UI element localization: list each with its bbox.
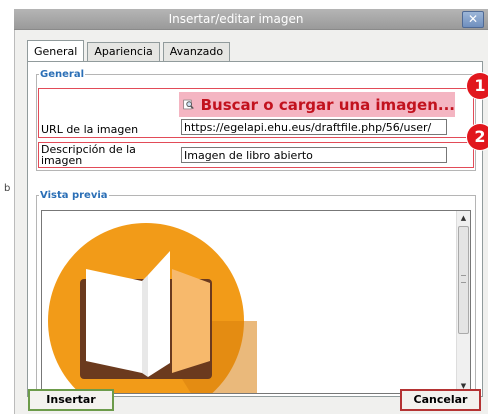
description-label: Descripción de la imagen <box>41 143 136 167</box>
description-input[interactable]: Imagen de libro abierto <box>181 147 447 163</box>
search-image-button[interactable]: Buscar o cargar una imagen... <box>179 92 455 117</box>
image-dialog: General Apariencia Avanzado General Busc… <box>14 30 488 414</box>
url-input[interactable]: https://egelapi.ehu.eus/draftfile.php/56… <box>181 119 447 135</box>
insert-button[interactable]: Insertar <box>28 389 114 411</box>
preview-scrollbar[interactable]: ▲ ▼ <box>456 211 470 393</box>
step-badge-2: 2 <box>467 124 488 150</box>
scroll-up-arrow[interactable]: ▲ <box>457 211 470 225</box>
dialog-titlebar[interactable]: Insertar/editar imagen ✕ <box>14 9 488 30</box>
preview-fieldset: Vista previa ▲ ▼ <box>36 190 476 394</box>
search-image-label: Buscar o cargar una imagen... <box>200 95 455 114</box>
open-book-icon <box>48 223 257 393</box>
stray-text: b <box>4 183 11 194</box>
close-button[interactable]: ✕ <box>462 11 484 28</box>
preview-legend: Vista previa <box>40 190 108 201</box>
general-legend: General <box>40 69 84 80</box>
url-label: URL de la imagen <box>41 123 139 136</box>
tab-bar: General Apariencia Avanzado <box>27 40 233 62</box>
highlight-description-area: Descripción de la imagen Imagen de libro… <box>38 142 474 168</box>
tab-apariencia[interactable]: Apariencia <box>87 42 160 61</box>
highlight-url-area: Buscar o cargar una imagen... URL de la … <box>38 88 474 138</box>
tab-general[interactable]: General <box>27 40 85 61</box>
search-icon <box>183 99 194 110</box>
step-badge-1: 1 <box>467 73 488 99</box>
general-fieldset: General Buscar o cargar una imagen... UR… <box>36 69 476 171</box>
scroll-grip <box>461 275 466 283</box>
tab-panel: General Buscar o cargar una imagen... UR… <box>27 61 483 397</box>
cancel-button[interactable]: Cancelar <box>400 389 481 411</box>
preview-box[interactable]: ▲ ▼ <box>41 210 471 394</box>
dialog-title: Insertar/editar imagen <box>168 12 304 26</box>
tab-avanzado[interactable]: Avanzado <box>162 42 231 61</box>
scroll-thumb[interactable] <box>458 226 469 334</box>
